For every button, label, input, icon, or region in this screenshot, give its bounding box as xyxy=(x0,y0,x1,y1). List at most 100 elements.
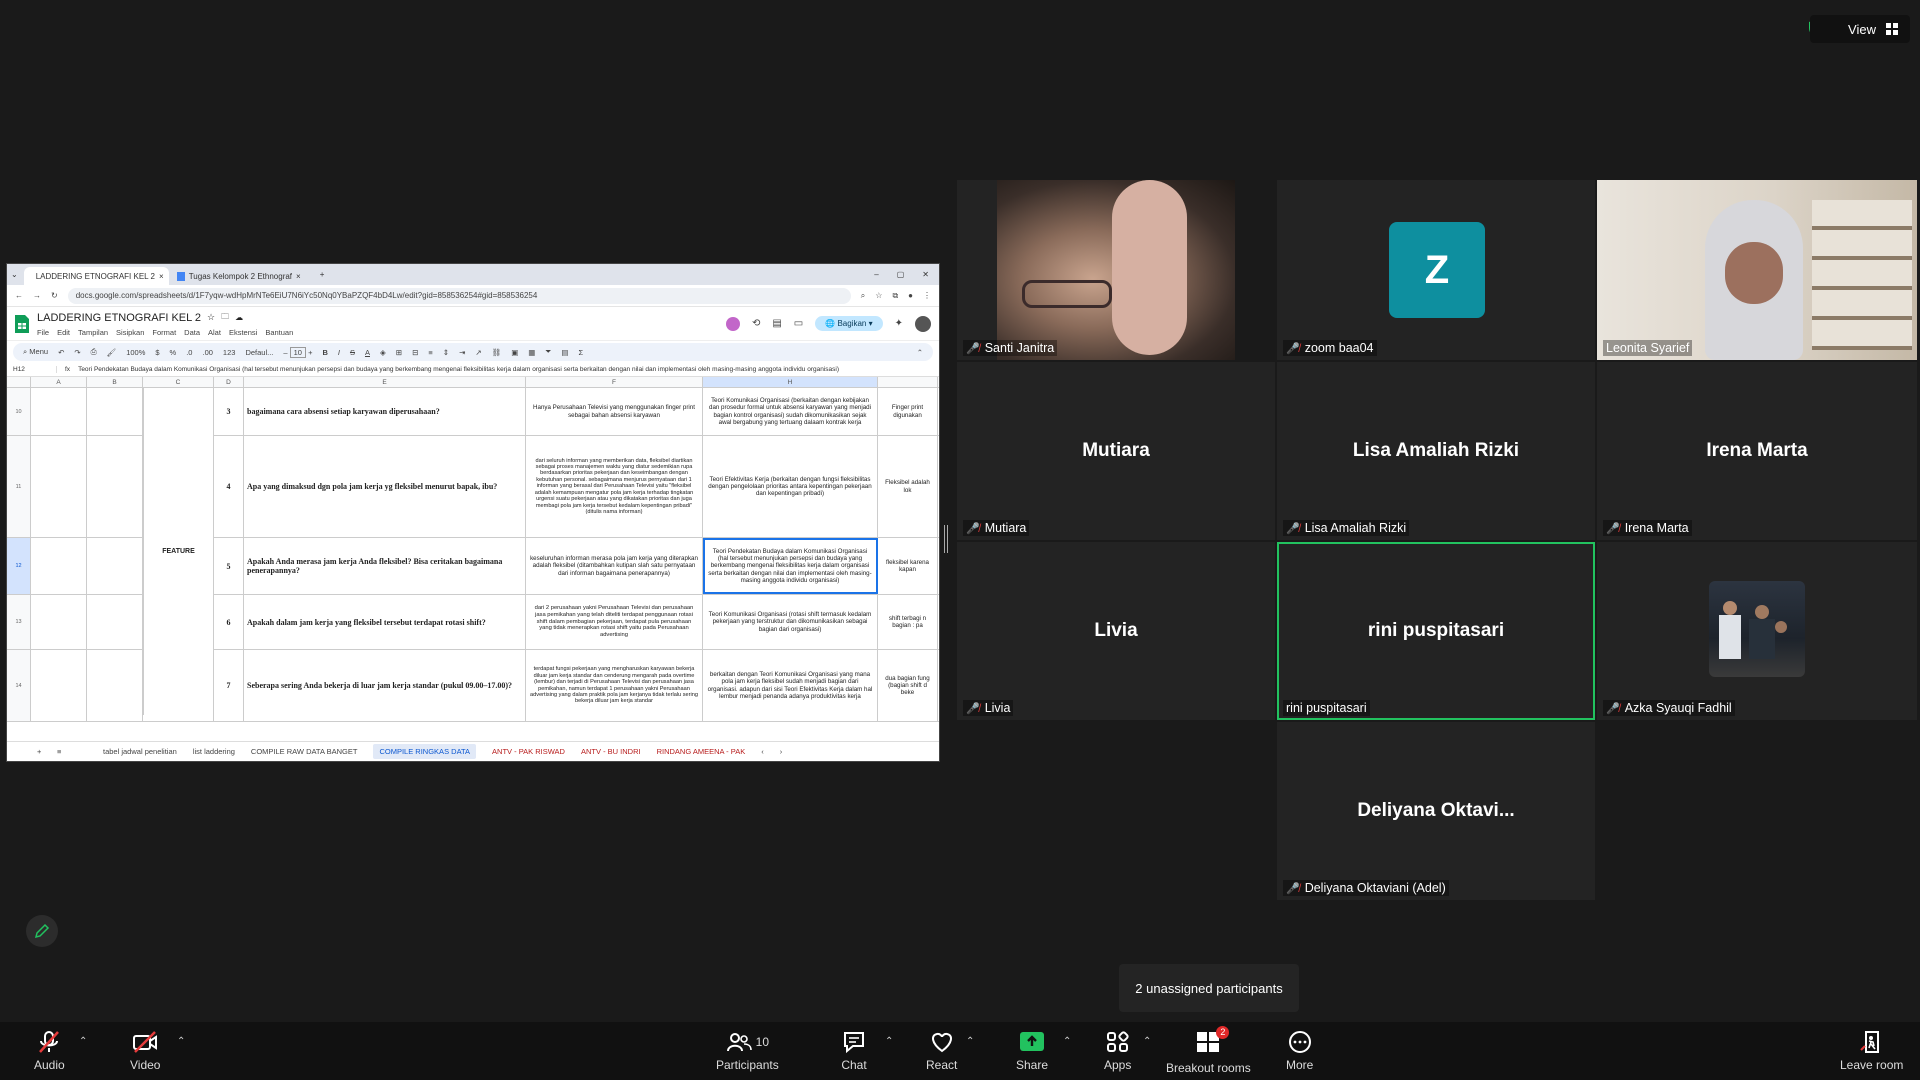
sheet-tab-active[interactable]: COMPILE RINGKAS DATA xyxy=(373,744,477,759)
chat-options-caret-icon[interactable]: ⌃ xyxy=(885,1036,893,1047)
participant-tile-santi[interactable]: 🎤̸ Santi Janitra xyxy=(957,180,1235,360)
question-number[interactable]: 4 xyxy=(214,436,244,537)
video-options-caret-icon[interactable]: ⌃ xyxy=(177,1036,185,1047)
question-cell[interactable]: bagaimana cara absensi setiap karyawan d… xyxy=(244,388,526,435)
cell[interactable] xyxy=(87,650,143,721)
search-menu[interactable]: ⌕ Menu xyxy=(23,347,48,357)
star-icon[interactable]: ☆ xyxy=(207,312,215,323)
gemini-icon[interactable]: ✦ xyxy=(895,318,903,329)
participant-tile-livia[interactable]: Livia 🎤̸ Livia xyxy=(957,542,1275,720)
question-number[interactable]: 6 xyxy=(214,595,244,649)
row-number[interactable]: 14 xyxy=(7,650,31,721)
participant-tile-leonita[interactable]: Leonita Syarief xyxy=(1597,180,1917,360)
align-icon[interactable]: ≡ xyxy=(428,348,432,357)
more-button[interactable]: More xyxy=(1286,1030,1313,1072)
chat-button[interactable]: Chat xyxy=(841,1030,867,1072)
tab-tugas[interactable]: Tugas Kelompok 2 Ethnograf × xyxy=(169,267,314,285)
notes-cell[interactable]: fleksibel karena kapan xyxy=(878,538,938,594)
theory-cell[interactable]: Teori Komunikasi Organisasi (rotasi shif… xyxy=(703,595,878,649)
comment-icon[interactable]: ▣ xyxy=(511,348,518,357)
breakout-rooms-button[interactable]: 2 Breakout rooms xyxy=(1166,1026,1251,1075)
apps-options-caret-icon[interactable]: ⌃ xyxy=(1143,1036,1151,1047)
question-cell[interactable]: Apakah Anda merasa jam kerja Anda fleksi… xyxy=(244,538,526,594)
menu-extensions[interactable]: Ekstensi xyxy=(229,328,257,337)
participant-tile-lisa[interactable]: Lisa Amaliah Rizki 🎤̸ Lisa Amaliah Rizki xyxy=(1277,362,1595,540)
finding-cell[interactable]: dari 2 perusahaan yakni Perusahaan Telev… xyxy=(526,595,703,649)
finding-cell[interactable]: Hanya Perusahaan Televisi yang menggunak… xyxy=(526,388,703,435)
zoom-select[interactable]: 100% xyxy=(126,348,145,357)
react-options-caret-icon[interactable]: ⌃ xyxy=(966,1036,974,1047)
close-icon[interactable]: × xyxy=(159,272,164,281)
scroll-tabs-left-icon[interactable]: ‹ xyxy=(761,747,764,756)
currency-format[interactable]: $ xyxy=(155,348,159,357)
add-sheet-icon[interactable]: + xyxy=(37,747,41,756)
menu-help[interactable]: Bantuan xyxy=(265,328,293,337)
menu-insert[interactable]: Sisipkan xyxy=(116,328,144,337)
menu-tools[interactable]: Alat xyxy=(208,328,221,337)
view-button[interactable]: View xyxy=(1810,15,1910,43)
sheet-tab[interactable]: tabel jadwal penelitian xyxy=(103,747,177,756)
notes-cell[interactable]: shift terbagi n bagian : pa xyxy=(878,595,938,649)
browser-menu-icon[interactable]: ⋮ xyxy=(923,291,931,300)
react-button[interactable]: React xyxy=(926,1030,957,1072)
participant-tile-mutiara[interactable]: Mutiara 🎤̸ Mutiara xyxy=(957,362,1275,540)
participant-tile-zoom[interactable]: Z 🎤̸ zoom baa04 xyxy=(1277,180,1595,360)
meet-icon[interactable]: ▭ xyxy=(794,318,803,329)
selected-theory-cell[interactable]: Teori Pendekatan Budaya dalam Komunikasi… xyxy=(703,538,878,594)
cell[interactable] xyxy=(31,595,87,649)
column-header[interactable]: E xyxy=(244,377,526,387)
question-number[interactable]: 5 xyxy=(214,538,244,594)
share-button[interactable]: Share xyxy=(1016,1030,1048,1072)
minimize-icon[interactable]: – xyxy=(874,270,878,279)
column-header[interactable]: H xyxy=(703,377,878,387)
theory-cell[interactable]: Teori Komunikasi Organisasi (berkaitan d… xyxy=(703,388,878,435)
finding-cell[interactable]: keseluruhan informan merasa pola jam ker… xyxy=(526,538,703,594)
sheet-tab[interactable]: ANTV - PAK RISWAD xyxy=(492,747,565,756)
print-icon[interactable]: ⎙ xyxy=(91,347,97,357)
comments-icon[interactable]: ▤ xyxy=(772,318,781,329)
borders-icon[interactable]: ⊞ xyxy=(396,348,402,357)
notes-cell[interactable]: Fleksibel adalah lok xyxy=(878,436,938,537)
cell[interactable] xyxy=(87,436,143,537)
document-title[interactable]: LADDERING ETNOGRAFI KEL 2 xyxy=(37,312,201,324)
row-number[interactable]: 10 xyxy=(7,388,31,435)
account-avatar[interactable] xyxy=(915,315,931,332)
window-close-icon[interactable]: ✕ xyxy=(922,270,929,279)
row-number[interactable]: 12 xyxy=(7,538,31,594)
all-sheets-icon[interactable]: ≡ xyxy=(57,747,61,756)
url-field[interactable]: docs.google.com/spreadsheets/d/1F7yqw-wd… xyxy=(67,287,851,304)
redo-icon[interactable]: ↷ xyxy=(74,348,80,357)
percent-format[interactable]: % xyxy=(170,348,177,357)
select-all-corner[interactable] xyxy=(7,377,31,387)
chart-icon[interactable]: ▦ xyxy=(528,348,535,357)
question-cell[interactable]: Seberapa sering Anda bekerja di luar jam… xyxy=(244,650,526,721)
finding-cell[interactable]: terdapat fungsi pekerjaan yang mengharus… xyxy=(526,650,703,721)
bold-icon[interactable]: B xyxy=(322,348,327,357)
collapse-toolbar-icon[interactable]: ⌃ xyxy=(917,348,923,357)
sheet-tab[interactable]: COMPILE RAW DATA BANGET xyxy=(251,747,358,756)
forward-icon[interactable]: → xyxy=(33,291,41,300)
merge-icon[interactable]: ⊟ xyxy=(412,348,418,357)
filter-icon[interactable]: ⏷ xyxy=(545,347,551,357)
filter-views-icon[interactable]: ▤ xyxy=(561,348,568,357)
link-icon[interactable]: ⛓ xyxy=(492,348,502,357)
question-cell[interactable]: Apa yang dimaksud dgn pola jam kerja yg … xyxy=(244,436,526,537)
functions-icon[interactable]: Σ xyxy=(578,348,583,357)
menu-format[interactable]: Format xyxy=(152,328,176,337)
question-number[interactable]: 3 xyxy=(214,388,244,435)
question-cell[interactable]: Apakah dalam jam kerja yang fleksibel te… xyxy=(244,595,526,649)
scroll-tabs-right-icon[interactable]: › xyxy=(780,747,783,756)
fill-color-icon[interactable]: ◈ xyxy=(380,348,386,357)
column-header[interactable]: C xyxy=(143,377,214,387)
participant-tile-irena[interactable]: Irena Marta 🎤̸ Irena Marta xyxy=(1597,362,1917,540)
cell[interactable] xyxy=(31,650,87,721)
share-options-caret-icon[interactable]: ⌃ xyxy=(1063,1036,1071,1047)
leave-room-button[interactable]: Leave room xyxy=(1840,1030,1903,1072)
theory-cell[interactable]: berkaitan dengan Teori Komunikasi Organi… xyxy=(703,650,878,721)
sheet-tab[interactable]: RINDANG AMEENA - PAK xyxy=(657,747,746,756)
menu-edit[interactable]: Edit xyxy=(57,328,70,337)
participants-button[interactable]: 10 Participants xyxy=(716,1030,779,1072)
column-header[interactable]: F xyxy=(526,377,703,387)
decrease-decimal[interactable]: .0 xyxy=(186,348,192,357)
audio-button[interactable]: Audio xyxy=(34,1030,65,1072)
